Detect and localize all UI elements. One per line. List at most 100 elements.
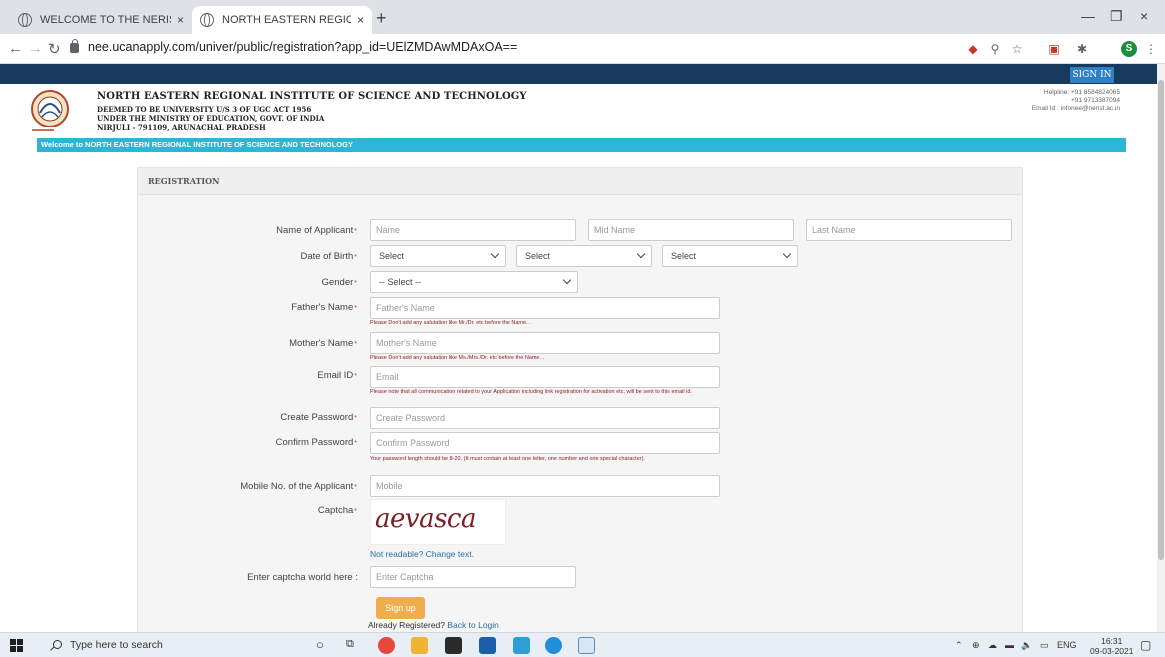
close-tab-icon[interactable]: × (177, 13, 184, 27)
clock-date: 09-03-2021 (1090, 646, 1134, 656)
close-window-button[interactable]: × (1140, 8, 1148, 24)
chevron-down-icon (490, 249, 500, 259)
reload-icon[interactable]: ↻ (48, 40, 61, 58)
taskbar-search-box[interactable]: Type here to search (44, 633, 289, 657)
helpline-number: +91 9713387094 (1071, 97, 1120, 104)
close-tab-icon[interactable]: × (357, 13, 364, 27)
notification-center-icon[interactable]: ▢ (1140, 638, 1151, 652)
create-password-input[interactable]: Create Password (370, 407, 720, 429)
maximize-button[interactable]: ❐ (1110, 8, 1123, 25)
institute-name: NORTH EASTERN REGIONAL INSTITUTE OF SCIE… (97, 91, 527, 102)
captcha-label: Captcha* (317, 505, 357, 516)
tab-title: NORTH EASTERN REGIONAL INS (222, 14, 351, 26)
nerist-logo (30, 90, 69, 133)
cortana-icon[interactable]: ○ (316, 637, 324, 652)
clock[interactable]: 16:31 09-03-2021 (1090, 636, 1133, 656)
extensions-puzzle-icon[interactable]: ✱ (1075, 42, 1089, 56)
contact-email: Email Id : infonee@nerist.ac.in (1031, 105, 1120, 112)
mobile-label: Mobile No. of the Applicant* (240, 481, 357, 492)
back-icon[interactable]: ← (8, 40, 23, 57)
email-input[interactable]: Email (370, 366, 720, 388)
scrollbar-thumb[interactable] (1158, 80, 1164, 560)
top-band: SIGN IN (0, 64, 1157, 84)
address-bar-row: ← → ↻ nee.ucanapply.com/univer/public/re… (0, 34, 1165, 64)
panel-title: REGISTRATION (138, 168, 1022, 195)
volume-icon[interactable]: 🔈 (1021, 640, 1032, 651)
gender-select[interactable]: -- Select -- (370, 271, 578, 293)
institute-subtitle: UNDER THE MINISTRY OF EDUCATION, GOVT. O… (97, 114, 325, 123)
password-hint: Your password length should be 8-20. (It… (370, 456, 645, 462)
network-icon[interactable]: ▭ (1040, 640, 1049, 651)
minimize-button[interactable]: — (1081, 8, 1095, 24)
chevron-down-icon (782, 249, 792, 259)
bookmark-star-icon[interactable]: ☆ (1010, 42, 1024, 56)
chevron-down-icon (562, 275, 572, 285)
chevron-down-icon (636, 249, 646, 259)
captcha-text: aevasca (375, 504, 476, 534)
last-name-input[interactable]: Last Name (806, 219, 1012, 241)
institute-address: NIRJULI - 791109, ARUNACHAL PRADESH (97, 123, 266, 132)
windows-start-icon[interactable] (10, 639, 23, 652)
onedrive-icon[interactable]: ☁ (988, 640, 997, 651)
chrome-icon[interactable] (378, 637, 395, 654)
app-l-icon[interactable] (513, 637, 530, 654)
store-icon[interactable] (445, 637, 462, 654)
new-tab-button[interactable]: + (376, 8, 387, 29)
first-name-input[interactable]: Name (370, 219, 576, 241)
name-label: Name of Applicant* (276, 225, 357, 236)
father-name-label: Father's Name* (291, 302, 357, 313)
confirm-password-label: Confirm Password* (275, 437, 357, 448)
browser-tab-nerist[interactable]: WELCOME TO THE NERIST WEB × (10, 6, 192, 34)
father-name-input[interactable]: Father's Name (370, 297, 720, 319)
dob-day-select[interactable]: Select (370, 245, 506, 267)
dob-label: Date of Birth* (300, 251, 357, 262)
mother-name-hint: Please Don't add any salutation like Ms.… (370, 355, 545, 361)
dob-month-select[interactable]: Select (516, 245, 652, 267)
pocket-icon[interactable]: ▣ (1047, 42, 1061, 56)
windows-taskbar: Type here to search ○ ⧉ ⌃ ⊕ ☁ ▬ 🔈 ▭ ENG … (0, 632, 1165, 657)
mid-name-input[interactable]: Mid Name (588, 219, 794, 241)
confirm-password-input[interactable]: Confirm Password (370, 432, 720, 454)
back-to-login-link[interactable]: Back to Login (447, 620, 499, 630)
zoom-icon[interactable]: ⚲ (988, 42, 1002, 56)
battery-icon[interactable]: ▬ (1005, 640, 1014, 650)
clock-time: 16:31 (1101, 636, 1123, 646)
language-indicator[interactable]: ENG (1057, 640, 1077, 650)
address-bar[interactable]: nee.ucanapply.com/univer/public/registra… (88, 40, 517, 54)
lock-icon[interactable] (70, 39, 79, 53)
forward-icon[interactable]: → (28, 40, 43, 57)
file-explorer-icon[interactable] (411, 637, 428, 654)
browser-tab-registration[interactable]: NORTH EASTERN REGIONAL INS × (192, 6, 372, 34)
menu-kebab-icon[interactable]: ⋮ (1144, 42, 1158, 56)
sign-up-button[interactable]: Sign up (376, 597, 425, 619)
dob-year-select[interactable]: Select (662, 245, 798, 267)
task-view-icon[interactable]: ⧉ (346, 638, 354, 651)
mother-name-label: Mother's Name* (289, 338, 357, 349)
tray-app-icon[interactable]: ⊕ (972, 640, 980, 651)
edge-icon[interactable] (545, 637, 562, 654)
extension-icon[interactable]: ◆ (966, 42, 980, 56)
mobile-input[interactable]: Mobile (370, 475, 720, 497)
create-password-label: Create Password* (280, 412, 357, 423)
already-registered-text: Already Registered? Back to Login (368, 620, 499, 630)
email-hint: Please note that all communication relat… (370, 389, 692, 395)
captcha-input[interactable]: Enter Captcha (370, 566, 576, 588)
institute-subtitle: DEEMED TO BE UNIVERSITY U/S 3 OF UGC ACT… (97, 105, 312, 114)
gender-label: Gender* (321, 277, 357, 288)
change-captcha-link[interactable]: Not readable? Change text. (370, 549, 474, 559)
browser-tab-strip: WELCOME TO THE NERIST WEB × NORTH EASTER… (0, 0, 1165, 34)
globe-icon (200, 13, 214, 27)
mother-name-input[interactable]: Mother's Name (370, 332, 720, 354)
sign-in-button[interactable]: SIGN IN (1070, 67, 1114, 83)
mail-icon[interactable] (479, 637, 496, 654)
email-label: Email ID* (317, 370, 357, 381)
show-hidden-icons-icon[interactable]: ⌃ (955, 640, 963, 651)
profile-avatar[interactable]: S (1121, 41, 1137, 57)
helpline-number: Helpline: +91 8584824065 (1043, 89, 1120, 96)
tab-title: WELCOME TO THE NERIST WEB (40, 14, 171, 26)
web-page: SIGN IN NORTH EASTERN REGIONAL INSTITUTE… (0, 64, 1157, 632)
globe-icon (18, 13, 32, 27)
captcha-image: aevasca (370, 499, 506, 545)
enter-captcha-label: Enter captcha world here : (247, 572, 358, 583)
photos-icon[interactable] (578, 637, 595, 654)
